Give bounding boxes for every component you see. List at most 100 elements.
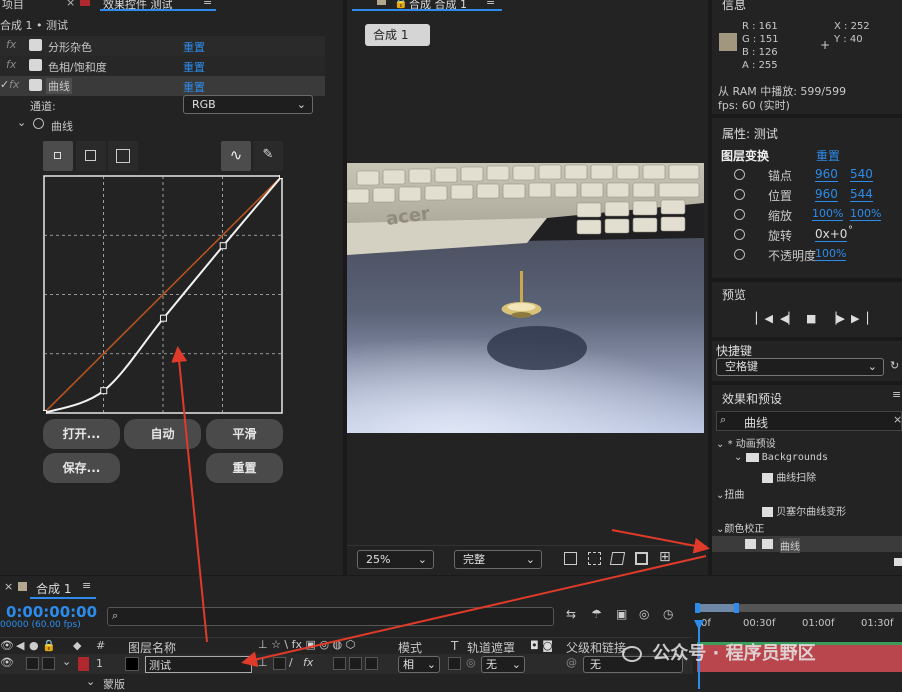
chevron-down-icon[interactable]: ⌄ (17, 116, 26, 129)
stopwatch-icon[interactable] (734, 189, 745, 200)
curve-size-large-button[interactable] (108, 141, 138, 171)
viewer-image[interactable]: acer (347, 163, 704, 433)
tree-item-curves-sweep[interactable]: 曲线扫除 (762, 469, 816, 484)
adjustment-switch[interactable] (365, 657, 378, 670)
property-value-1[interactable]: 0x+0 (815, 227, 848, 242)
curve-size-small-button[interactable] (43, 141, 73, 171)
layer-label-color[interactable] (78, 657, 89, 671)
effects-search-field[interactable]: ⌕ 曲线 × (716, 411, 902, 431)
zoom-select[interactable]: 25% ⌄ (357, 550, 434, 569)
save-button[interactable]: 保存... (43, 453, 120, 483)
property-value-2[interactable]: 544 (850, 187, 873, 202)
property-value-1[interactable]: 960 (815, 187, 838, 202)
tree-item-distort[interactable]: ⌄扭曲 (716, 486, 744, 501)
comp-flowchart-icon[interactable]: ⇆ (566, 607, 576, 621)
track-matte-select[interactable]: 无 ⌄ (481, 656, 525, 673)
prev-frame-icon[interactable]: ◀▏ (780, 312, 797, 325)
loop-icon[interactable]: ↻ (890, 359, 899, 372)
transform-reset-link[interactable]: 重置 (816, 147, 840, 164)
layer-name-field[interactable]: 测试 (145, 656, 252, 673)
graph-editor-icon[interactable]: ◷ (663, 607, 673, 621)
preserve-transparency-toggle[interactable] (448, 657, 461, 670)
stopwatch-icon[interactable] (734, 169, 745, 180)
tab-comp-1[interactable]: 合成 1 (365, 24, 430, 46)
menu-icon[interactable]: ≡ (203, 0, 212, 8)
curve-size-medium-button[interactable] (76, 141, 106, 171)
property-value-1[interactable]: 960 (815, 167, 838, 182)
property-value-2[interactable]: 100% (850, 207, 882, 221)
reset-link[interactable]: 重置 (183, 59, 205, 75)
eye-icon[interactable]: 👁 (0, 656, 14, 669)
grid-icon[interactable]: ⊞ (659, 549, 671, 565)
frame-blending-icon[interactable]: ▣ (616, 607, 627, 621)
tree-item-backgrounds[interactable]: ⌄ Backgrounds (734, 452, 828, 463)
fx-switch[interactable]: fx (303, 656, 313, 669)
motion-blur-icon[interactable]: ◎ (639, 607, 649, 621)
pick-whip-icon[interactable]: @ (566, 656, 577, 669)
chevron-down-icon[interactable]: ⌄ (62, 655, 71, 668)
new-item-icon[interactable] (894, 558, 902, 566)
reset-link[interactable]: 重置 (183, 79, 205, 95)
fx-icon[interactable]: fx (9, 78, 19, 91)
menu-icon[interactable]: ≡ (486, 0, 495, 8)
quality-switch[interactable]: / (289, 656, 293, 669)
stop-icon[interactable]: ■ (806, 312, 816, 325)
stopwatch-icon[interactable] (734, 229, 745, 240)
auto-button[interactable]: 自动 (124, 419, 201, 449)
curve-pencil-tool-button[interactable]: ✎ (253, 141, 283, 171)
region-of-interest-icon[interactable] (564, 552, 577, 565)
play-next-icon[interactable]: ▕▶ (828, 312, 845, 325)
first-frame-icon[interactable]: ▏◀ (756, 312, 773, 325)
reset-link[interactable]: 重置 (183, 39, 205, 55)
property-value-1[interactable]: 100% (812, 207, 844, 221)
stopwatch-icon[interactable] (734, 209, 745, 220)
curve-bezier-tool-button[interactable]: ∿ (221, 141, 251, 171)
work-area-start-handle[interactable] (695, 603, 700, 613)
collapse-switch[interactable] (273, 657, 286, 670)
property-value-1[interactable]: 100% (815, 247, 847, 261)
property-value-2[interactable]: 540 (850, 167, 873, 182)
curves-graph[interactable] (43, 175, 283, 414)
reset-button[interactable]: 重置 (206, 453, 283, 483)
time-ruler[interactable]: 0f 00:30f 01:00f 01:30f (693, 603, 902, 638)
channel-select[interactable]: RGB ⌄ (183, 95, 313, 114)
tree-item-color-correction[interactable]: ⌄颜色校正 (716, 520, 764, 535)
chevron-down-icon[interactable]: ✓ (0, 78, 9, 91)
last-frame-icon[interactable]: ▶▕ (851, 312, 868, 325)
resolution-select[interactable]: 完整 ⌄ (454, 550, 542, 569)
mask-visibility-icon[interactable] (609, 552, 626, 565)
lock-icon[interactable]: 🔒 (394, 0, 408, 9)
timecode-display[interactable]: 0:00:00:00 (6, 603, 97, 621)
menu-icon[interactable]: ≡ (82, 579, 91, 592)
blend-mode-select[interactable]: 相 ⌄ (398, 656, 440, 673)
shy-layers-icon[interactable]: ☂ (591, 607, 602, 621)
shy-switch[interactable]: ⊥ (258, 656, 268, 669)
effect-row-curves[interactable]: ✓ fx 曲线 重置 (0, 76, 325, 96)
motion-blur-switch[interactable] (349, 657, 362, 670)
smooth-button[interactable]: 平滑 (206, 419, 283, 449)
stopwatch-icon[interactable] (33, 118, 44, 129)
effect-row-fractal-noise[interactable]: fx 分形杂色 重置 (0, 36, 325, 56)
tab-project[interactable]: 项目 (2, 0, 24, 12)
fx-icon[interactable]: fx (6, 58, 16, 71)
transparency-grid-icon[interactable] (588, 552, 601, 565)
tree-item-bezier-warp[interactable]: 贝塞尔曲线变形 (762, 503, 846, 518)
effect-row-hue-saturation[interactable]: fx 色相/饱和度 重置 (0, 56, 325, 76)
layer-search-field[interactable]: ⌕ (107, 607, 554, 626)
safe-zones-icon[interactable] (635, 552, 648, 565)
audio-toggle[interactable] (26, 657, 39, 670)
close-icon[interactable]: × (4, 580, 13, 593)
tree-item-animation-presets[interactable]: ⌄ * 动画预设 (716, 435, 776, 450)
clear-icon[interactable]: × (893, 413, 902, 426)
menu-icon[interactable]: ≡ (892, 388, 901, 401)
shortcut-select[interactable]: 空格键 ⌄ (716, 358, 884, 376)
open-button[interactable]: 打开... (43, 419, 120, 449)
solo-toggle[interactable] (42, 657, 55, 670)
work-area-end-handle[interactable] (734, 603, 739, 613)
fx-icon[interactable]: fx (6, 38, 16, 51)
stopwatch-icon[interactable] (734, 249, 745, 260)
chevron-down-icon[interactable]: ⌄ (86, 675, 95, 688)
close-icon[interactable]: × (66, 0, 75, 9)
matte-link-icon[interactable]: ◎ (466, 656, 476, 669)
layer-row[interactable]: 👁 ⌄ 1 测试 ⊥ / fx 相 ⌄ ◎ 无 ⌄ @ 无 (0, 654, 693, 674)
